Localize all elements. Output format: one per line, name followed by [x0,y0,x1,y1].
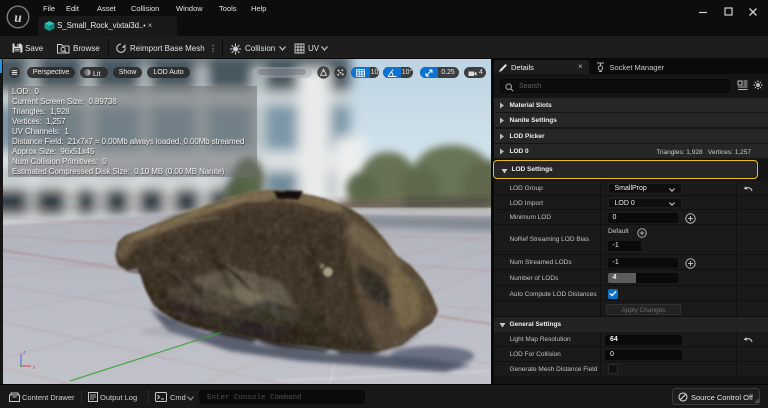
svg-text:u: u [14,10,22,25]
